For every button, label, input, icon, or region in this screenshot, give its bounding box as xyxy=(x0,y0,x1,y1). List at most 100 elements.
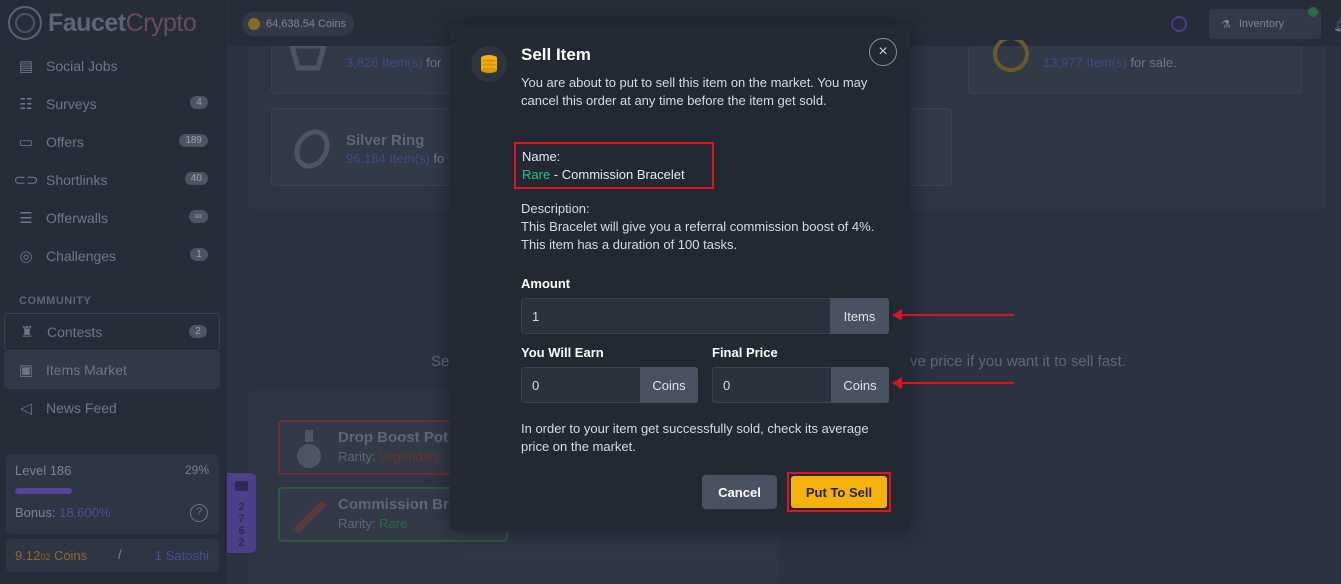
sidebar-item-offers[interactable]: ▭ Offers 189 xyxy=(4,123,220,161)
card-title: Silver Ring xyxy=(346,132,425,149)
modal-intro: You are about to put to sell this item o… xyxy=(521,75,868,108)
notification-dot xyxy=(1308,7,1318,17)
amount-label: Amount xyxy=(521,276,571,291)
bonus-text: Bonus: 18.600% xyxy=(15,505,111,520)
earn-input[interactable]: 0 xyxy=(521,367,640,403)
briefcase-icon: ▤ xyxy=(18,58,34,75)
bell-icon[interactable]: 🔔︎ xyxy=(1333,16,1341,33)
item-name: Rare - Commission Bracelet xyxy=(522,167,685,182)
target-icon: ◎ xyxy=(19,248,33,265)
put-to-sell-highlight: Put To Sell xyxy=(787,472,891,512)
sidebar: FaucetCrypto ▤ Social Jobs ☷ Surveys 4 ▭… xyxy=(0,0,226,584)
community-heading: COMMUNITY xyxy=(19,295,92,307)
level-title: Level 186 xyxy=(15,463,72,478)
card-count: 3,826 Item(s) for xyxy=(346,55,442,70)
sidebar-item-social-jobs[interactable]: ▤ Social Jobs xyxy=(4,47,220,85)
shop-icon: ▣ xyxy=(18,362,34,379)
amount-unit: Items xyxy=(830,298,889,334)
description-label: Description: xyxy=(521,201,590,216)
item-rarity: Rarity: Rare xyxy=(338,516,408,531)
balance-separator: / xyxy=(118,547,122,562)
sidebar-item-surveys[interactable]: ☷ Surveys 4 xyxy=(4,85,220,123)
count-badge: 1 xyxy=(190,248,208,261)
sidebar-item-label: Social Jobs xyxy=(46,58,118,74)
chat-toggle-button[interactable]: 2762 xyxy=(227,473,256,553)
sidebar-item-label: Items Market xyxy=(46,362,127,378)
description-text: This Bracelet will give you a referral c… xyxy=(521,219,875,252)
coin-balance-pill[interactable]: 64,638.54 Coins xyxy=(242,12,355,36)
earn-unit: Coins xyxy=(640,367,698,403)
name-label: Name: xyxy=(522,149,561,164)
chat-online-count: 2762 xyxy=(238,501,245,549)
armor-icon xyxy=(289,46,327,71)
sidebar-item-contests[interactable]: ♜ Contests 2 xyxy=(4,313,220,351)
final-price-unit: Coins xyxy=(831,367,889,403)
silver-ring-icon xyxy=(294,129,330,169)
count-badge: 2 xyxy=(189,325,207,338)
market-card[interactable] xyxy=(908,108,952,186)
sidebar-item-label: Surveys xyxy=(46,96,97,112)
market-card[interactable]: 3,826 Item(s) for xyxy=(271,46,479,94)
inventory-label: Inventory xyxy=(1238,18,1285,30)
globe-icon[interactable] xyxy=(1171,16,1187,32)
put-to-sell-button[interactable]: Put To Sell xyxy=(791,476,887,508)
sidebar-item-challenges[interactable]: ◎ Challenges 1 xyxy=(4,237,220,275)
count-badge: 189 xyxy=(179,134,208,147)
sidebar-item-items-market[interactable]: ▣ Items Market xyxy=(4,351,220,389)
sidebar-item-label: Offerwalls xyxy=(46,210,108,226)
modal-title: Sell Item xyxy=(521,45,591,64)
sell-hint-right: ve price if you want it to sell fast. xyxy=(910,353,1126,370)
flask-icon: ⚗ xyxy=(1221,18,1231,31)
help-icon[interactable]: ? xyxy=(190,504,208,522)
item-name-block: Name: Rare - Commission Bracelet xyxy=(514,142,714,189)
balance-panel: 9.1202 Coins / 1 Satoshi xyxy=(6,539,219,572)
coin-balance: 9.1202 Coins xyxy=(15,548,88,563)
count-badge: 40 xyxy=(184,172,208,185)
item-title: Commission Br xyxy=(338,496,449,513)
brand-name: FaucetCrypto xyxy=(48,8,197,37)
sidebar-item-label: Shortlinks xyxy=(46,172,108,188)
item-title: Drop Boost Pot xyxy=(338,429,448,446)
sidebar-item-label: Contests xyxy=(47,324,103,340)
sidebar-item-offerwalls[interactable]: ☰ Offerwalls ∞ xyxy=(4,199,220,237)
trophy-icon: ♜ xyxy=(20,324,34,341)
sidebar-item-news-feed[interactable]: ◁ News Feed xyxy=(4,389,220,427)
link-icon: ⊂⊃ xyxy=(13,172,39,189)
market-card[interactable]: 13,977 Item(s) for sale. xyxy=(968,40,1302,94)
amount-input[interactable]: 1 xyxy=(521,298,830,334)
cancel-button[interactable]: Cancel xyxy=(702,475,777,509)
logo-icon xyxy=(8,6,42,40)
count-badge: ∞ xyxy=(188,210,208,223)
sidebar-item-label: News Feed xyxy=(46,400,117,416)
brand-logo[interactable]: FaucetCrypto xyxy=(8,6,197,40)
final-price-label: Final Price xyxy=(712,345,778,360)
satoshi-balance: 1 Satoshi xyxy=(154,548,209,563)
coins-stack-icon xyxy=(471,46,507,82)
final-price-input[interactable]: 0 xyxy=(712,367,831,403)
earn-field-group: 0 Coins xyxy=(521,367,698,403)
sidebar-nav: ▤ Social Jobs ☷ Surveys 4 ▭ Offers 189 ⊂… xyxy=(4,47,220,427)
coin-balance-text: 64,638.54 Coins xyxy=(266,18,347,30)
final-price-field-group: 0 Coins xyxy=(712,367,889,403)
card-count: 13,977 Item(s) for sale. xyxy=(1043,55,1177,70)
count-badge: 4 xyxy=(190,96,208,109)
coin-icon xyxy=(248,18,260,30)
amount-field-group: 1 Items xyxy=(521,298,889,334)
ticket-icon: ▭ xyxy=(18,134,34,151)
level-progress-bar xyxy=(15,488,72,494)
megaphone-icon: ◁ xyxy=(20,400,32,417)
card-count: 96,184 Item(s) fo xyxy=(346,151,445,166)
inventory-button[interactable]: ⚗ Inventory xyxy=(1209,7,1321,39)
item-rarity: Rarity: Legendary xyxy=(338,449,441,464)
sidebar-item-label: Offers xyxy=(46,134,84,150)
bracelet-icon xyxy=(293,500,327,534)
close-icon[interactable]: × xyxy=(869,38,897,66)
market-card[interactable]: Silver Ring 96,184 Item(s) fo xyxy=(271,108,479,186)
potion-icon xyxy=(297,430,321,468)
level-percent: 29% xyxy=(184,463,209,477)
survey-icon: ☷ xyxy=(19,96,33,113)
chat-icon xyxy=(235,481,248,491)
sidebar-item-shortlinks[interactable]: ⊂⊃ Shortlinks 40 xyxy=(4,161,220,199)
sell-item-modal: Sell Item × You are about to put to sell… xyxy=(450,25,910,531)
level-panel: Level 186 29% Bonus: 18.600% ? xyxy=(6,454,219,534)
